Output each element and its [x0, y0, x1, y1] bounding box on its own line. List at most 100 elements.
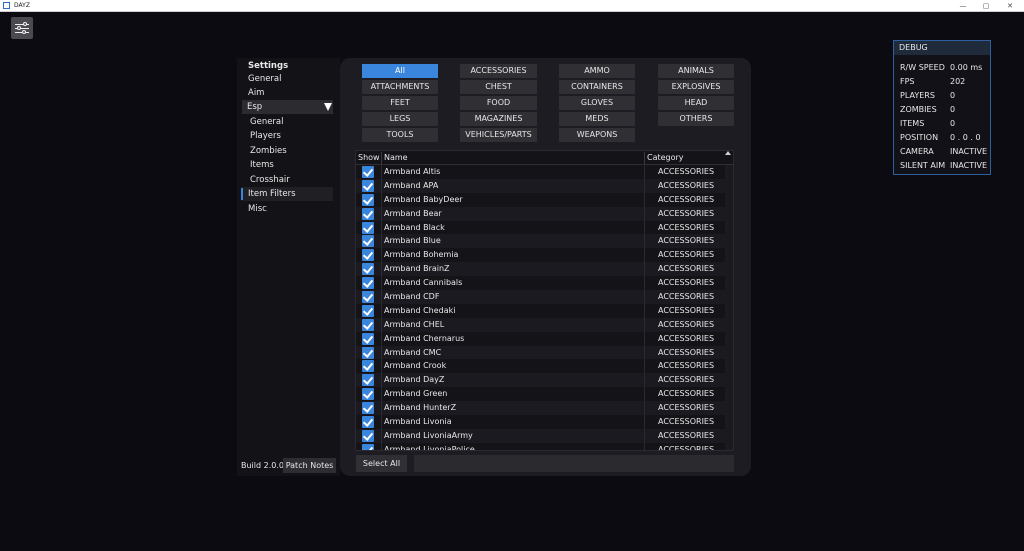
table-row[interactable]: Armband Cannibals ACCESSORIES	[356, 276, 727, 291]
sidebar-item-item-filters[interactable]: Item Filters	[241, 187, 333, 201]
show-checkbox[interactable]	[362, 416, 374, 429]
triangle-down-icon	[324, 103, 332, 111]
debug-row-rw-speed: R/W SPEED 0.00 ms	[900, 61, 990, 75]
sidebar-item-esp-label: Esp	[247, 102, 263, 112]
filter-animals-button[interactable]: ANIMALS	[658, 64, 734, 78]
table-row[interactable]: Armband HunterZ ACCESSORIES	[356, 401, 727, 416]
table-row[interactable]: Armband BabyDeer ACCESSORIES	[356, 192, 727, 207]
show-checkbox[interactable]	[362, 304, 374, 317]
show-checkbox[interactable]	[362, 249, 374, 262]
minimize-button[interactable]: —	[952, 0, 974, 12]
filter-search-input[interactable]	[414, 455, 734, 472]
active-indicator	[241, 188, 243, 200]
table-row[interactable]: Armband Blue ACCESSORIES	[356, 234, 727, 249]
column-header-show[interactable]: Show	[358, 151, 380, 165]
table-row[interactable]: Armband CDF ACCESSORIES	[356, 290, 727, 305]
item-name: Armband Cannibals	[384, 278, 463, 288]
filter-gloves-button[interactable]: GLOVES	[559, 96, 635, 110]
maximize-button[interactable]: ▢	[975, 0, 997, 12]
table-row[interactable]: Armband LivoniaArmy ACCESSORIES	[356, 428, 727, 443]
table-row[interactable]: Armband Bear ACCESSORIES	[356, 206, 727, 221]
sidebar-subitem-zombies[interactable]: Zombies	[237, 144, 334, 158]
filter-feet-button[interactable]: FEET	[362, 96, 438, 110]
filter-legs-button[interactable]: LEGS	[362, 112, 438, 126]
debug-value: 0	[950, 91, 956, 100]
show-checkbox[interactable]	[362, 318, 374, 331]
table-scrollbar[interactable]	[725, 165, 733, 450]
item-category: ACCESSORIES	[658, 264, 715, 274]
app-icon	[3, 2, 10, 9]
filter-ammo-button[interactable]: AMMO	[559, 64, 635, 78]
sidebar-subitem-items[interactable]: Items	[237, 158, 334, 172]
filter-head-button[interactable]: HEAD	[658, 96, 734, 110]
show-checkbox[interactable]	[362, 207, 374, 220]
filter-attachments-button[interactable]: ATTACHMENTS	[362, 80, 438, 94]
filter-explosives-button[interactable]: EXPLOSIVES	[658, 80, 734, 94]
table-row[interactable]: Armband Livonia ACCESSORIES	[356, 415, 727, 430]
patch-notes-button[interactable]: Patch Notes	[283, 458, 336, 473]
show-checkbox[interactable]	[362, 443, 374, 450]
table-row[interactable]: Armband BrainZ ACCESSORIES	[356, 262, 727, 277]
filter-magazines-button[interactable]: MAGAZINES	[460, 112, 537, 126]
column-header-category[interactable]: Category	[647, 151, 684, 165]
show-checkbox[interactable]	[362, 193, 374, 206]
item-name: Armband BrainZ	[384, 264, 450, 274]
close-button[interactable]: ✕	[999, 0, 1021, 12]
table-row[interactable]: Armband APA ACCESSORIES	[356, 178, 727, 193]
table-row[interactable]: Armband Altis ACCESSORIES	[356, 165, 727, 179]
table-row[interactable]: Armband Black ACCESSORIES	[356, 220, 727, 235]
sidebar-item-general[interactable]: General	[237, 72, 334, 86]
settings-menu-button[interactable]	[11, 17, 33, 39]
show-checkbox[interactable]	[362, 402, 374, 415]
filter-containers-button[interactable]: CONTAINERS	[559, 80, 635, 94]
show-checkbox[interactable]	[362, 235, 374, 248]
show-checkbox[interactable]	[362, 166, 374, 178]
sidebar-item-esp[interactable]: Esp	[242, 100, 333, 114]
table-row[interactable]: Armband LivoniaPolice ACCESSORIES	[356, 442, 727, 450]
show-checkbox[interactable]	[362, 360, 374, 373]
show-checkbox[interactable]	[362, 277, 374, 290]
item-category: ACCESSORIES	[658, 278, 715, 288]
debug-row-players: PLAYERS 0	[900, 89, 990, 103]
filter-chest-button[interactable]: CHEST	[460, 80, 537, 94]
show-checkbox[interactable]	[362, 388, 374, 401]
table-row[interactable]: Armband Bohemia ACCESSORIES	[356, 248, 727, 263]
sidebar-item-misc[interactable]: Misc	[237, 202, 334, 216]
filter-others-button[interactable]: OTHERS	[658, 112, 734, 126]
sidebar-subitem-players[interactable]: Players	[237, 129, 334, 143]
item-name: Armband APA	[384, 180, 439, 190]
show-checkbox[interactable]	[362, 179, 374, 192]
table-row[interactable]: Armband Crook ACCESSORIES	[356, 359, 727, 374]
filter-weapons-button[interactable]: WEAPONS	[559, 128, 635, 142]
table-row[interactable]: Armband CMC ACCESSORIES	[356, 345, 727, 360]
table-row[interactable]: Armband CHEL ACCESSORIES	[356, 317, 727, 332]
column-header-name[interactable]: Name	[384, 151, 408, 165]
table-row[interactable]: Armband Green ACCESSORIES	[356, 387, 727, 402]
debug-value: INACTIVE	[950, 161, 988, 170]
show-checkbox[interactable]	[362, 332, 374, 345]
show-checkbox[interactable]	[362, 221, 374, 234]
show-checkbox[interactable]	[362, 263, 374, 276]
filter-vehicles-parts-button[interactable]: VEHICLES/PARTS	[460, 128, 537, 142]
show-checkbox[interactable]	[362, 346, 374, 359]
debug-label: PLAYERS	[900, 91, 935, 100]
item-category: ACCESSORIES	[658, 208, 715, 218]
filter-accessories-button[interactable]: ACCESSORIES	[460, 64, 537, 78]
filter-meds-button[interactable]: MEDS	[559, 112, 635, 126]
show-checkbox[interactable]	[362, 291, 374, 304]
sidebar-item-aim[interactable]: Aim	[237, 86, 334, 100]
show-checkbox[interactable]	[362, 374, 374, 387]
window-title: DAYZ	[14, 2, 30, 9]
show-checkbox[interactable]	[362, 429, 374, 442]
table-row[interactable]: Armband Chedaki ACCESSORIES	[356, 303, 727, 318]
filter-food-button[interactable]: FOOD	[460, 96, 537, 110]
debug-row-position: POSITION 0 . 0 . 0	[900, 131, 990, 145]
scroll-up-arrow-icon[interactable]	[725, 151, 731, 155]
table-row[interactable]: Armband DayZ ACCESSORIES	[356, 373, 727, 388]
filter-all-button[interactable]: All	[362, 64, 438, 78]
table-row[interactable]: Armband Chernarus ACCESSORIES	[356, 331, 727, 346]
filter-tools-button[interactable]: TOOLS	[362, 128, 438, 142]
sidebar-subitem-general[interactable]: General	[237, 115, 334, 129]
sidebar-subitem-crosshair[interactable]: Crosshair	[237, 173, 334, 187]
select-all-button[interactable]: Select All	[356, 455, 407, 472]
